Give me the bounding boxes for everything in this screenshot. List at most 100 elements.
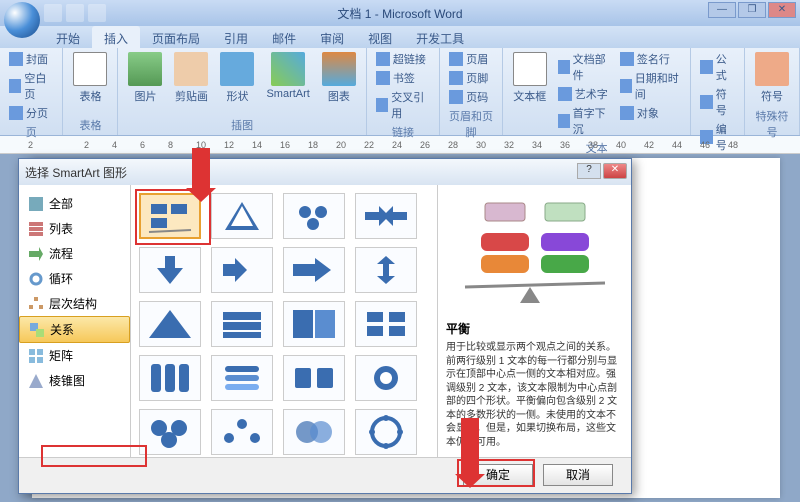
category-list: 全部 列表 流程 循环 层次结构 关系 矩阵 棱锥图 <box>19 185 131 457</box>
cat-list[interactable]: 列表 <box>19 216 130 241</box>
cross-ref-button[interactable]: 交叉引用 <box>373 88 433 122</box>
gallery-item[interactable] <box>211 193 273 239</box>
tab-developer[interactable]: 开发工具 <box>404 26 476 48</box>
dialog-title-text: 选择 SmartArt 图形 <box>25 164 127 181</box>
gallery-item[interactable] <box>283 355 345 401</box>
tab-page-layout[interactable]: 页面布局 <box>140 26 212 48</box>
page-break-button[interactable]: 分页 <box>6 104 56 122</box>
group-special-symbols: 符号 特殊符号 <box>745 48 800 135</box>
gallery-item[interactable] <box>283 409 345 455</box>
title-bar: 文档 1 - Microsoft Word — ❐ ✕ <box>0 0 800 26</box>
datetime-button[interactable]: 日期和时间 <box>617 69 685 103</box>
office-button[interactable] <box>4 2 40 38</box>
tab-review[interactable]: 审阅 <box>308 26 356 48</box>
footer-button[interactable]: 页脚 <box>446 69 491 87</box>
gallery-item[interactable] <box>211 301 273 347</box>
cat-pyramid[interactable]: 棱锥图 <box>19 368 130 393</box>
dropcap-button[interactable]: 首字下沉 <box>555 104 613 138</box>
table-button[interactable]: 表格 <box>69 50 111 106</box>
preview-image <box>446 193 623 316</box>
save-icon[interactable] <box>44 4 62 22</box>
dialog-footer: 确定 取消 <box>19 457 631 491</box>
cat-all[interactable]: 全部 <box>19 191 130 216</box>
cat-process[interactable]: 流程 <box>19 241 130 266</box>
window-title: 文档 1 - Microsoft Word <box>337 5 462 22</box>
gallery-item[interactable] <box>355 193 417 239</box>
gallery-item[interactable] <box>283 193 345 239</box>
cover-page-button[interactable]: 封面 <box>6 50 56 68</box>
blank-page-button[interactable]: 空白页 <box>6 69 56 103</box>
cat-hierarchy[interactable]: 层次结构 <box>19 291 130 316</box>
dialog-titlebar[interactable]: 选择 SmartArt 图形 ? ✕ <box>19 159 631 185</box>
header-button[interactable]: 页眉 <box>446 50 491 68</box>
all-icon <box>29 197 43 211</box>
cat-cycle[interactable]: 循环 <box>19 266 130 291</box>
tab-mailings[interactable]: 邮件 <box>260 26 308 48</box>
ribbon-tabs: 开始 插入 页面布局 引用 邮件 审阅 视图 开发工具 <box>0 26 800 48</box>
tab-insert[interactable]: 插入 <box>92 26 140 48</box>
preview-title: 平衡 <box>446 320 623 337</box>
equation-button[interactable]: 公式 <box>697 50 738 84</box>
hyperlink-button[interactable]: 超链接 <box>373 50 433 68</box>
gallery-item[interactable] <box>355 301 417 347</box>
gallery-item[interactable] <box>139 301 201 347</box>
group-pages: 封面 空白页 分页 页 <box>0 48 63 135</box>
maximize-button[interactable]: ❐ <box>738 2 766 18</box>
group-links: 超链接 书签 交叉引用 链接 <box>367 48 440 135</box>
quick-access-toolbar <box>44 4 106 22</box>
textbox-button[interactable]: 文本框 <box>509 50 551 106</box>
dialog-close-button[interactable]: ✕ <box>603 163 627 179</box>
preview-pane: 平衡 用于比较或显示两个观点之间的关系。前两行级别 1 文本的每一行都分别与显示… <box>437 185 631 457</box>
group-text: 文本框 文档部件 艺术字 首字下沉 签名行 日期和时间 对象 文本 <box>503 48 692 135</box>
signature-button[interactable]: 签名行 <box>617 50 685 68</box>
smartart-dialog: 选择 SmartArt 图形 ? ✕ 全部 列表 流程 循环 层次结构 关系 矩… <box>18 158 632 494</box>
gallery-item[interactable] <box>139 409 201 455</box>
gallery-item[interactable] <box>355 247 417 293</box>
gallery-item[interactable] <box>211 355 273 401</box>
smartart-gallery <box>131 185 437 457</box>
tab-view[interactable]: 视图 <box>356 26 404 48</box>
shapes-button[interactable]: 形状 <box>216 50 258 106</box>
gallery-item[interactable] <box>283 247 345 293</box>
tab-references[interactable]: 引用 <box>212 26 260 48</box>
group-header-footer: 页眉 页脚 页码 页眉和页脚 <box>440 48 503 135</box>
special-symbol-button[interactable]: 符号 <box>751 50 793 106</box>
minimize-button[interactable]: — <box>708 2 736 18</box>
gallery-item[interactable] <box>211 247 273 293</box>
tab-home[interactable]: 开始 <box>44 26 92 48</box>
clipart-button[interactable]: 剪贴画 <box>170 50 212 106</box>
annotation-arrow <box>192 148 210 192</box>
symbol-button[interactable]: 符号 <box>697 85 738 119</box>
close-button[interactable]: ✕ <box>768 2 796 18</box>
gallery-item[interactable] <box>355 355 417 401</box>
balance-preview-icon <box>455 195 615 315</box>
gallery-item[interactable] <box>139 247 201 293</box>
cancel-button[interactable]: 取消 <box>543 464 613 486</box>
wordart-button[interactable]: 艺术字 <box>555 85 613 103</box>
redo-icon[interactable] <box>88 4 106 22</box>
page-number-button[interactable]: 页码 <box>446 88 491 106</box>
list-icon <box>29 222 43 236</box>
dialog-help-button[interactable]: ? <box>577 163 601 179</box>
bookmark-button[interactable]: 书签 <box>373 69 433 87</box>
group-illustrations: 图片 剪贴画 形状 SmartArt 图表 插图 <box>118 48 366 135</box>
picture-button[interactable]: 图片 <box>124 50 166 106</box>
cat-relationship[interactable]: 关系 <box>19 316 130 343</box>
cycle-icon <box>29 272 43 286</box>
smartart-button[interactable]: SmartArt <box>262 50 313 102</box>
undo-icon[interactable] <box>66 4 84 22</box>
gallery-item[interactable] <box>355 409 417 455</box>
gallery-item[interactable] <box>211 409 273 455</box>
group-tables: 表格 表格 <box>63 48 118 135</box>
gallery-item[interactable] <box>139 355 201 401</box>
chart-button[interactable]: 图表 <box>318 50 360 106</box>
hierarchy-icon <box>29 297 43 311</box>
gallery-item[interactable] <box>283 301 345 347</box>
group-symbols: 公式 符号 编号 符号 <box>691 48 745 135</box>
process-icon <box>29 247 43 261</box>
relationship-icon <box>30 323 44 337</box>
ribbon: 封面 空白页 分页 页 表格 表格 图片 剪贴画 形状 SmartArt 图表 … <box>0 48 800 136</box>
quickparts-button[interactable]: 文档部件 <box>555 50 613 84</box>
cat-matrix[interactable]: 矩阵 <box>19 343 130 368</box>
object-button[interactable]: 对象 <box>617 104 685 122</box>
